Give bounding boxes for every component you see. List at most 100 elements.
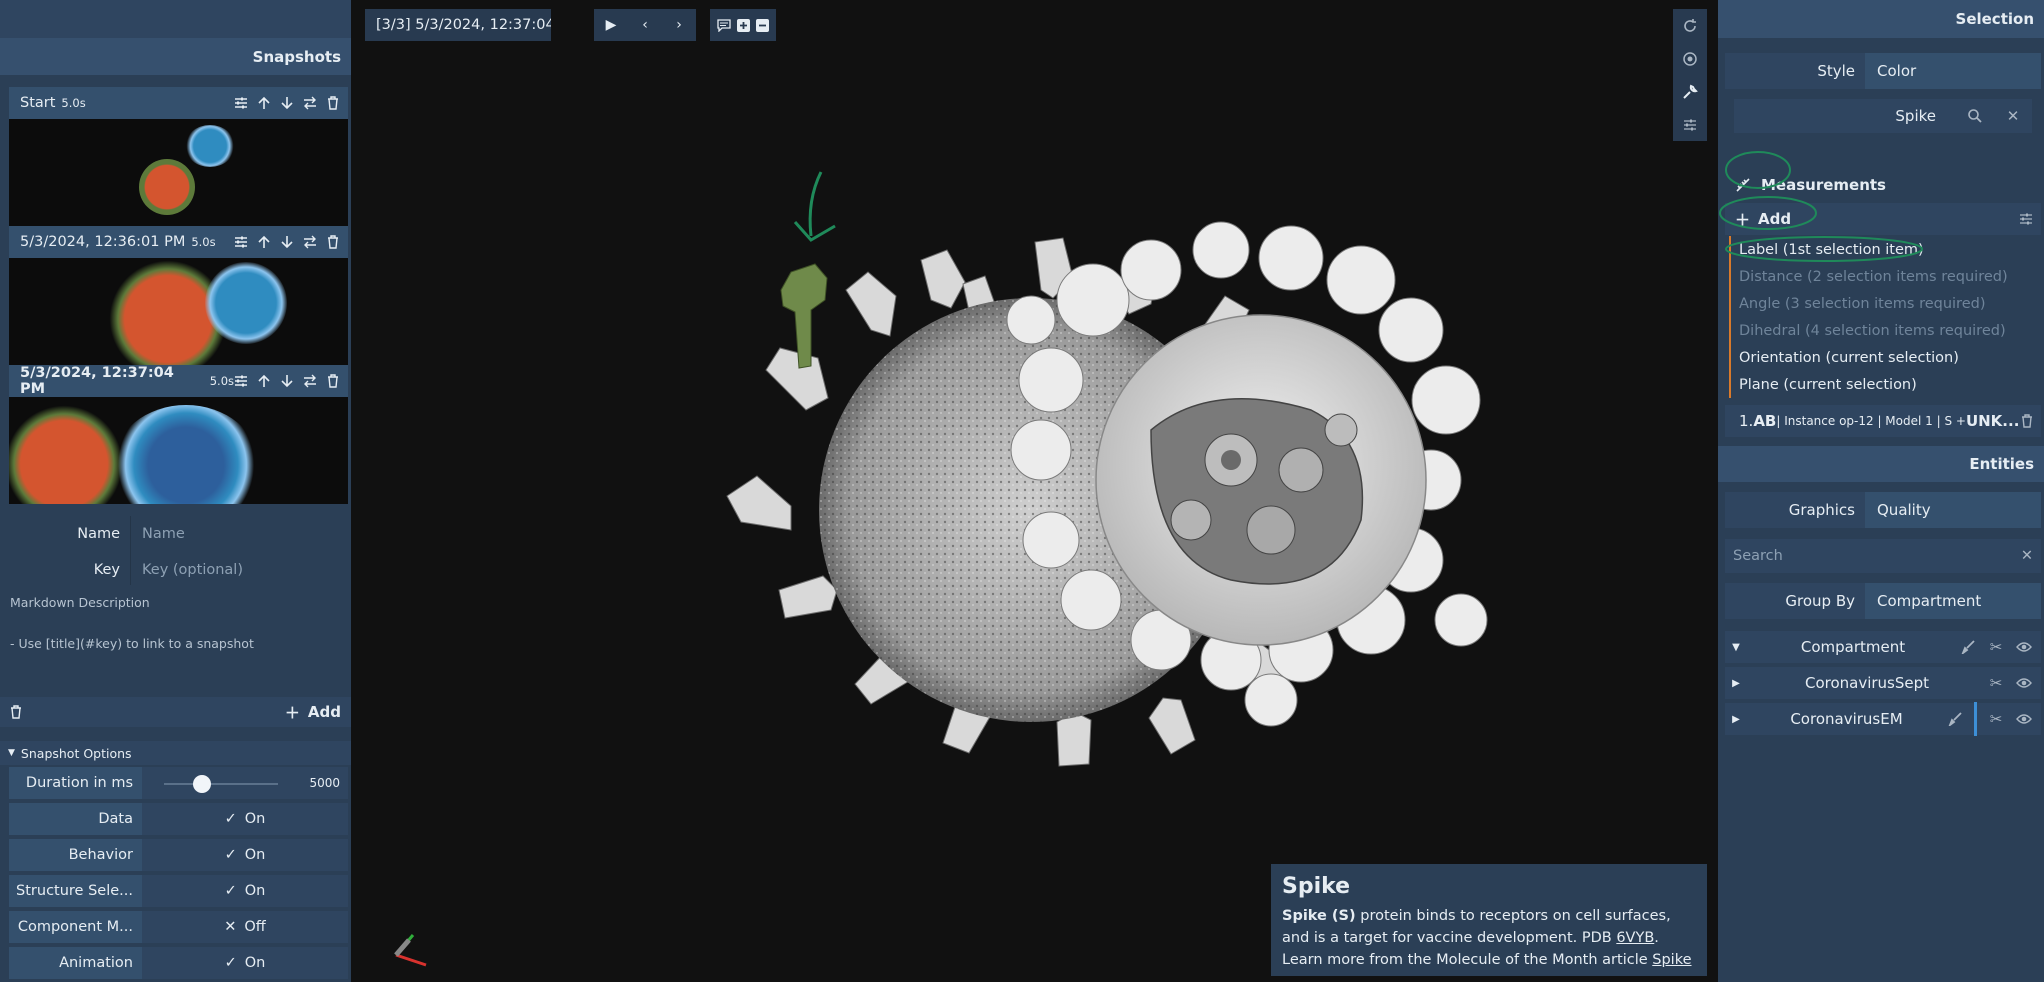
option-row-structure-selection: Structure Sele... ✓ On xyxy=(9,875,348,909)
swap-icon[interactable] xyxy=(303,96,317,110)
arrow-down-icon[interactable] xyxy=(280,235,294,249)
reset-camera-icon[interactable] xyxy=(1673,9,1707,42)
remove-box-icon[interactable] xyxy=(756,18,769,32)
comment-icon[interactable] xyxy=(717,18,731,32)
snapshot-item-active[interactable]: 5/3/2024, 12:37:04 PM 5.0s xyxy=(9,365,348,504)
molecular-scene xyxy=(394,171,1488,967)
close-icon[interactable]: ✕ xyxy=(1994,99,2032,133)
highlighted-spike xyxy=(780,263,828,369)
measurement-orientation-option[interactable]: Orientation (current selection) xyxy=(1731,344,2041,371)
snapshot-thumbnail[interactable] xyxy=(9,397,348,504)
settings-sliders-icon[interactable] xyxy=(234,374,248,388)
option-toggle[interactable]: ✓ On xyxy=(142,803,348,835)
selection-query-value[interactable]: Spike xyxy=(1734,99,1956,133)
trash-icon[interactable] xyxy=(2021,414,2033,428)
option-toggle[interactable]: ✓ On xyxy=(142,839,348,871)
tree-actions: ✂ xyxy=(1946,702,2041,736)
arrow-up-icon[interactable] xyxy=(257,374,271,388)
add-snapshot-button[interactable]: Add xyxy=(308,703,341,721)
check-icon: ✓ xyxy=(224,847,237,863)
selection-instance-row[interactable]: 1. AB | Instance op-12 | Model 1 | S + U… xyxy=(1725,405,2041,437)
measurement-label-option[interactable]: Label (1st selection item) xyxy=(1731,236,2041,263)
add-measurement-button[interactable]: Add xyxy=(1758,210,1791,228)
eye-icon[interactable] xyxy=(2015,713,2033,725)
screenshot-icon[interactable] xyxy=(1673,42,1707,75)
swap-icon[interactable] xyxy=(303,374,317,388)
pdb-link[interactable]: 6VYB xyxy=(1616,930,1654,946)
caret-right-icon[interactable]: ▶ xyxy=(1725,678,1747,689)
snapshot-tools xyxy=(234,374,348,388)
search-icon[interactable] xyxy=(1956,99,1994,133)
brush-icon[interactable] xyxy=(1946,712,1964,726)
add-box-icon[interactable] xyxy=(737,18,750,32)
arrow-down-icon[interactable] xyxy=(280,374,294,388)
style-label[interactable]: Style xyxy=(1725,53,1865,89)
graphics-label[interactable]: Graphics xyxy=(1725,492,1865,528)
trash-icon[interactable] xyxy=(326,374,340,388)
swap-icon[interactable] xyxy=(303,235,317,249)
arrow-up-icon[interactable] xyxy=(257,96,271,110)
group-by-label[interactable]: Group By xyxy=(1725,583,1865,619)
snapshot-thumbnail[interactable] xyxy=(9,258,348,365)
entities-search: Search ✕ xyxy=(1725,539,2041,573)
settings-sliders-icon[interactable] xyxy=(2019,212,2033,226)
instance-chain: AB xyxy=(1753,412,1777,430)
measurements-header[interactable]: Measurements xyxy=(1725,169,2041,201)
style-value[interactable]: Color xyxy=(1865,53,2041,89)
eye-icon[interactable] xyxy=(2015,677,2033,689)
settings-sliders-icon[interactable] xyxy=(1673,108,1707,141)
name-input[interactable]: Name xyxy=(130,516,351,552)
snapshot-header[interactable]: 5/3/2024, 12:37:04 PM 5.0s xyxy=(9,365,348,397)
close-icon[interactable]: ✕ xyxy=(2021,548,2033,564)
option-toggle[interactable]: ✓ On xyxy=(142,947,348,979)
trash-icon[interactable] xyxy=(10,705,22,719)
caret-down-icon[interactable]: ▼ xyxy=(1725,642,1747,653)
measurement-angle-option: Angle (3 selection items required) xyxy=(1739,295,1986,312)
snapshot-options-header[interactable]: ▼ Snapshot Options xyxy=(0,741,351,765)
brush-icon[interactable] xyxy=(1959,640,1977,654)
arrow-down-icon[interactable] xyxy=(280,96,294,110)
motm-link[interactable]: Spike xyxy=(1652,952,1691,968)
wrench-icon[interactable] xyxy=(1673,75,1707,108)
entities-search-input[interactable]: Search xyxy=(1733,548,1783,564)
previous-icon[interactable]: ‹ xyxy=(628,9,662,41)
3d-viewport[interactable]: [3/3] 5/3/2024, 12:37:04 PM ▶ ‹ › xyxy=(351,0,1718,982)
arrow-up-icon[interactable] xyxy=(257,235,271,249)
markdown-description-input[interactable]: Markdown Description - Use [title](#key)… xyxy=(0,585,351,691)
snapshot-item[interactable]: Start 5.0s xyxy=(9,87,348,226)
scissors-icon[interactable]: ✂ xyxy=(1987,710,2005,728)
option-state: On xyxy=(244,811,266,827)
snapshot-duration: 5.0s xyxy=(209,374,234,388)
graphics-value[interactable]: Quality xyxy=(1865,492,2041,528)
scissors-icon[interactable]: ✂ xyxy=(1987,674,2005,692)
caret-right-icon[interactable]: ▶ xyxy=(1725,714,1747,725)
duration-slider[interactable]: 5000 xyxy=(142,767,348,799)
tree-row-coronavirus-em[interactable]: ▶ CoronavirusEM ✂ xyxy=(1725,702,2041,737)
measurements-add-bar[interactable]: ＋ Add xyxy=(1725,203,2041,235)
key-input[interactable]: Key (optional) xyxy=(130,552,351,588)
trash-icon[interactable] xyxy=(326,96,340,110)
option-state: Off xyxy=(244,919,266,935)
tree-actions: ✂ xyxy=(1959,638,2041,656)
scissors-icon[interactable]: ✂ xyxy=(1987,638,2005,656)
duration-label: Duration in ms xyxy=(25,775,133,791)
option-toggle[interactable]: ✕ Off xyxy=(142,911,348,943)
settings-sliders-icon[interactable] xyxy=(234,235,248,249)
option-label: Structure Sele... xyxy=(16,883,133,899)
option-toggle[interactable]: ✓ On xyxy=(142,875,348,907)
next-icon[interactable]: › xyxy=(662,9,696,41)
tree-row-compartment[interactable]: ▼ Compartment ✂ xyxy=(1725,631,2041,665)
eye-icon[interactable] xyxy=(2015,641,2033,653)
check-icon: ✓ xyxy=(224,955,237,971)
snapshot-thumbnail[interactable] xyxy=(9,119,348,226)
settings-sliders-icon[interactable] xyxy=(234,96,248,110)
trash-icon[interactable] xyxy=(326,235,340,249)
slider-thumb[interactable] xyxy=(192,775,211,793)
snapshot-item[interactable]: 5/3/2024, 12:36:01 PM 5.0s xyxy=(9,226,348,365)
measurement-plane-option[interactable]: Plane (current selection) xyxy=(1731,371,2041,398)
snapshot-header[interactable]: 5/3/2024, 12:36:01 PM 5.0s xyxy=(9,226,348,258)
group-by-value[interactable]: Compartment xyxy=(1865,583,2041,619)
tree-row-coronavirus-sept[interactable]: ▶ CoronavirusSept ✂ xyxy=(1725,667,2041,701)
play-icon[interactable]: ▶ xyxy=(594,9,628,41)
snapshot-header[interactable]: Start 5.0s xyxy=(9,87,348,119)
